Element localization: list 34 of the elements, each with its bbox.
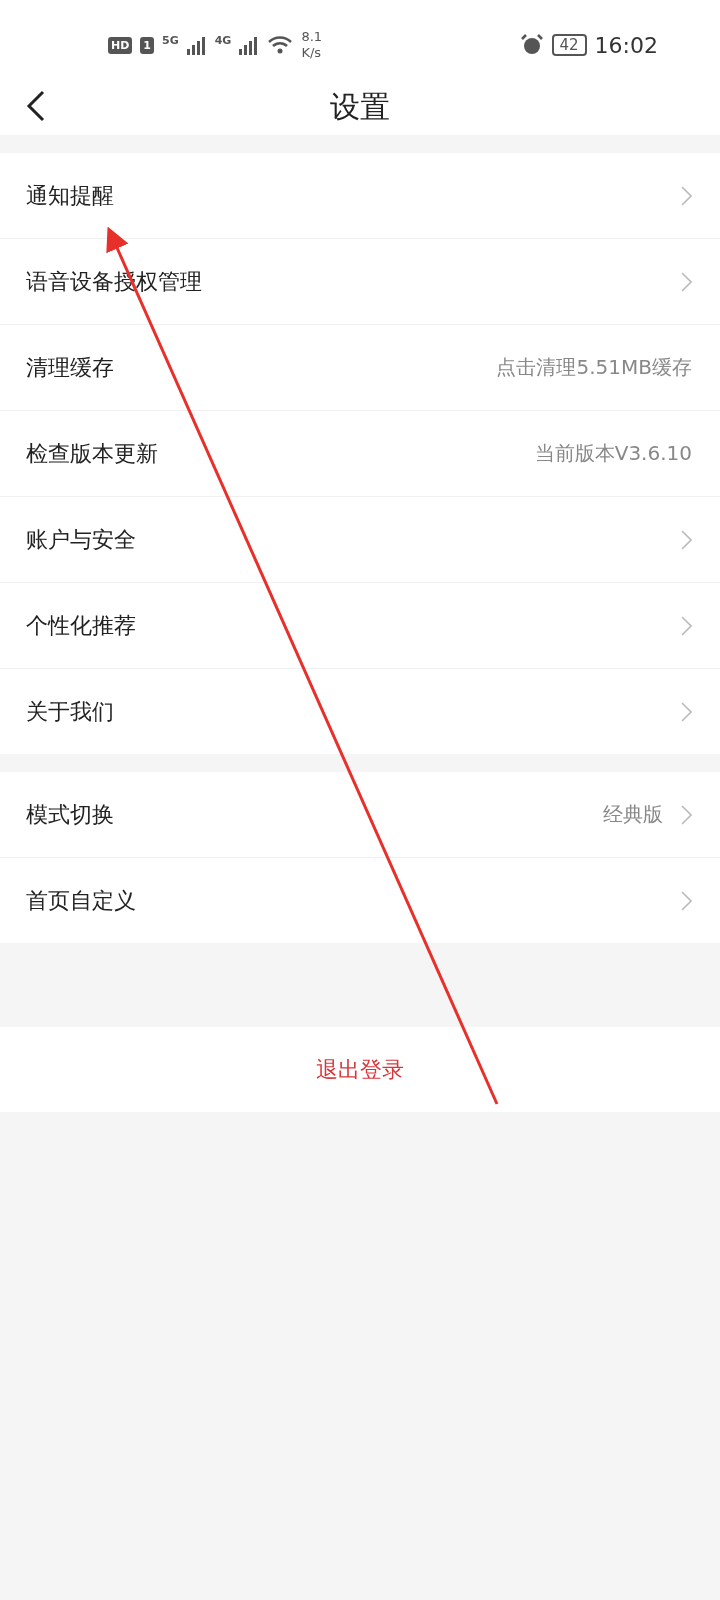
clock-time: 16:02 bbox=[594, 32, 658, 58]
hd-badge: HD bbox=[108, 36, 133, 54]
sim-badge: 1 bbox=[140, 36, 154, 54]
speed-value: 8.1 bbox=[301, 29, 323, 45]
speed-unit: K/s bbox=[301, 45, 323, 61]
battery-indicator: 42 bbox=[551, 34, 587, 56]
settings-row[interactable]: 首页自定义 bbox=[0, 858, 720, 943]
settings-row[interactable]: 关于我们 bbox=[0, 669, 720, 754]
back-icon[interactable] bbox=[26, 90, 46, 122]
wifi-icon bbox=[267, 35, 294, 55]
row-label: 检查版本更新 bbox=[26, 439, 159, 468]
settings-row[interactable]: 个性化推荐 bbox=[0, 583, 720, 669]
row-label: 首页自定义 bbox=[26, 886, 137, 915]
alarm-icon bbox=[519, 33, 544, 57]
row-label: 关于我们 bbox=[26, 697, 115, 726]
row-label: 清理缓存 bbox=[26, 353, 115, 382]
settings-row[interactable]: 通知提醒 bbox=[0, 153, 720, 239]
network-label: 4G bbox=[214, 34, 232, 47]
network-label: 5G bbox=[162, 34, 179, 47]
page-title: 设置 bbox=[330, 90, 390, 124]
row-value: 经典版 bbox=[603, 801, 663, 828]
row-label: 账户与安全 bbox=[26, 525, 137, 554]
settings-row[interactable]: 清理缓存 点击清理5.51MB缓存 bbox=[0, 325, 720, 411]
settings-row[interactable]: 账户与安全 bbox=[0, 497, 720, 583]
row-value: 点击清理5.51MB缓存 bbox=[496, 354, 692, 381]
settings-row[interactable]: 模式切换 经典版 bbox=[0, 772, 720, 858]
signal-icon bbox=[239, 35, 260, 55]
row-label: 个性化推荐 bbox=[26, 611, 137, 640]
row-label: 模式切换 bbox=[26, 800, 115, 829]
row-value: 当前版本V3.6.10 bbox=[534, 440, 692, 467]
logout-button[interactable]: 退出登录 bbox=[310, 1053, 410, 1086]
signal-icon bbox=[186, 35, 207, 55]
settings-row[interactable]: 检查版本更新 当前版本V3.6.10 bbox=[0, 411, 720, 497]
row-label: 通知提醒 bbox=[26, 181, 115, 210]
